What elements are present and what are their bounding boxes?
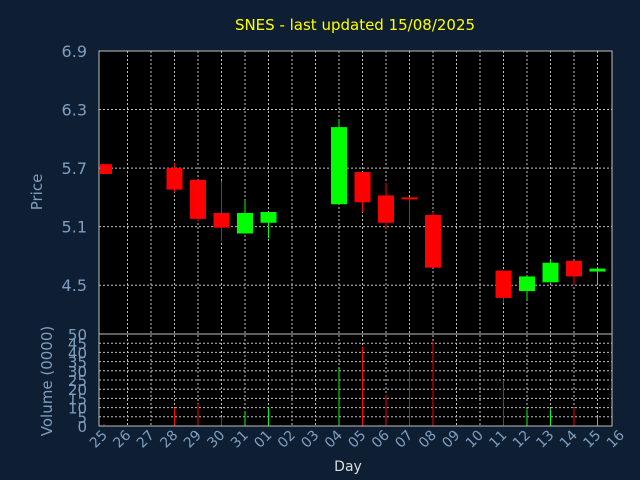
- candle-body: [425, 214, 441, 268]
- day-tick-label: 08: [416, 428, 440, 452]
- candle-body: [495, 270, 512, 298]
- day-tick-label: 02: [275, 428, 299, 452]
- volume-bar-08: [432, 341, 434, 426]
- candle-25: [100, 164, 112, 174]
- day-tick-label: 31: [228, 428, 252, 452]
- candle-body: [401, 197, 418, 200]
- day-tick-label: 27: [134, 428, 158, 452]
- volume-bar-01: [268, 407, 269, 426]
- day-tick-label: 26: [110, 427, 134, 451]
- candle-body: [260, 212, 277, 223]
- price-tick-label: 5.7: [62, 159, 87, 178]
- volume-tick-label: 0: [77, 418, 87, 436]
- day-tick-label: 05: [345, 428, 369, 452]
- volume-bar-29: [197, 403, 199, 426]
- candle-body: [213, 212, 230, 228]
- candle-body: [589, 268, 606, 272]
- day-tick-label: 25: [87, 428, 111, 452]
- price-axis-ticks: 6.9 6.3 5.7 5.1 4.5: [62, 42, 87, 295]
- candle-13: [542, 259, 559, 283]
- candle-08: [425, 212, 441, 268]
- volume-bar-15: [597, 416, 598, 426]
- candle-body: [166, 168, 183, 190]
- day-tick-label: 16: [604, 427, 628, 451]
- candle-body: [237, 212, 253, 234]
- volume-bar-12: [526, 409, 528, 426]
- day-tick-label: 03: [298, 428, 322, 452]
- candle-body: [378, 195, 394, 223]
- price-tick-label: 6.3: [62, 101, 87, 120]
- day-tick-label: 07: [392, 428, 416, 452]
- candle-body: [190, 179, 206, 219]
- day-tick-label: 10: [463, 428, 487, 452]
- candle-body: [354, 172, 371, 203]
- day-tick-label: 28: [157, 428, 181, 452]
- candle-04: [331, 119, 347, 205]
- day-tick-label: 13: [533, 428, 557, 452]
- day-tick-label: 09: [439, 428, 463, 452]
- volume-bar-06: [385, 394, 387, 426]
- chart-title: SNES - last updated 15/08/2025: [235, 16, 475, 34]
- day-tick-label: 11: [486, 428, 510, 452]
- price-axis-title: Price: [28, 174, 46, 211]
- candle-body: [566, 260, 582, 277]
- price-tick-label: 4.5: [62, 276, 87, 295]
- day-tick-label: 15: [580, 428, 604, 452]
- day-tick-label: 12: [510, 428, 534, 452]
- volume-bar-13: [550, 409, 551, 426]
- day-tick-label: 06: [369, 427, 393, 451]
- day-axis-title: Day: [334, 459, 362, 475]
- price-tick-label: 6.9: [62, 42, 87, 61]
- day-axis-ticks: 25 26 27 28 29 30 31 01 02 03 04 05 06 07 08 09 10 11 12 13…: [87, 427, 628, 451]
- candle-body: [100, 164, 112, 174]
- candle-body: [331, 127, 347, 205]
- candle-29: [190, 179, 206, 222]
- volume-bar-14: [573, 407, 575, 426]
- volume-bar-05: [362, 346, 363, 426]
- day-tick-label: 30: [204, 428, 228, 452]
- stock-chart: SNES - last updated 15/08/2025 6.9 6.3 5.7…: [28, 16, 628, 475]
- day-tick-label: 29: [181, 428, 205, 452]
- volume-axis-title: Volume (0000): [38, 326, 56, 436]
- volume-bar-28: [174, 407, 175, 426]
- day-tick-label: 01: [251, 428, 275, 452]
- volume-bar-30: [221, 416, 222, 426]
- candle-body: [542, 262, 559, 283]
- price-tick-label: 5.1: [62, 218, 87, 237]
- volume-bar-11: [503, 380, 504, 426]
- day-tick-label: 14: [557, 427, 581, 451]
- day-tick-label: 04: [322, 427, 346, 451]
- volume-axis-ticks: 50454035302520151050: [68, 326, 87, 436]
- candle-body: [519, 276, 535, 292]
- volume-bar-31: [244, 411, 246, 426]
- volume-bar-04: [338, 368, 340, 426]
- volume-bar-07: [409, 367, 410, 426]
